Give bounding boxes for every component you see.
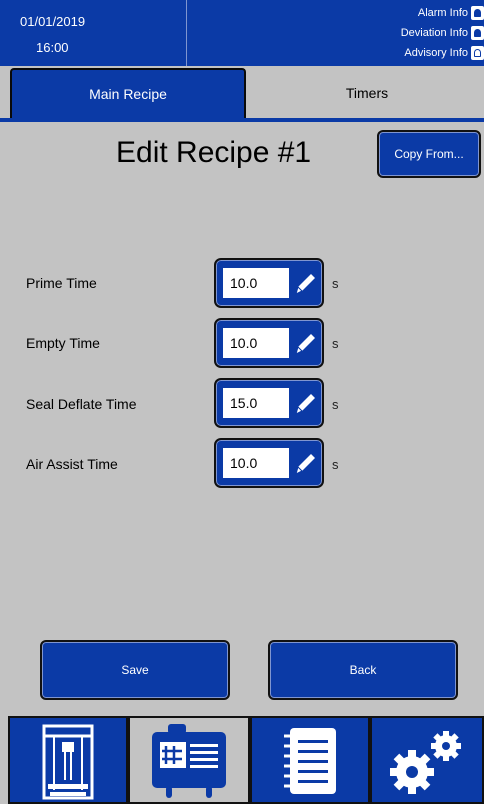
bell-icon	[471, 26, 484, 40]
bell-icon	[471, 6, 484, 20]
tab-main-recipe[interactable]: Main Recipe	[10, 68, 246, 118]
deviation-info[interactable]: Deviation Info	[401, 24, 484, 42]
pencil-icon	[295, 334, 315, 355]
nav-recipe[interactable]	[128, 716, 250, 804]
prime-time-unit: s	[332, 276, 339, 291]
alarm-info-label: Alarm Info	[417, 7, 468, 19]
datetime-panel: 01/01/2019 16:00	[0, 0, 187, 66]
back-button[interactable]: Back	[268, 640, 458, 700]
tab-timers[interactable]: Timers	[250, 68, 484, 118]
nav-machine[interactable]	[8, 716, 128, 804]
prime-time-value[interactable]: 10.0	[223, 268, 289, 298]
pencil-icon	[295, 394, 315, 415]
empty-time-label: Empty Time	[26, 335, 100, 351]
empty-time-value[interactable]: 10.0	[223, 328, 289, 358]
empty-time-field[interactable]: 10.0	[214, 318, 324, 368]
alarm-info[interactable]: Alarm Info	[418, 4, 484, 22]
save-button[interactable]: Save	[40, 640, 230, 700]
pencil-icon	[295, 454, 315, 475]
gears-icon	[390, 731, 461, 794]
recipe-card-icon	[152, 724, 226, 798]
advisory-info-label: Advisory Info	[404, 47, 468, 59]
nav-notebook[interactable]	[250, 716, 370, 804]
air-assist-time-label: Air Assist Time	[26, 456, 118, 472]
prime-time-field[interactable]: 10.0	[214, 258, 324, 308]
tab-underline	[0, 118, 484, 122]
empty-time-unit: s	[332, 336, 339, 351]
advisory-info[interactable]: Advisory Info	[404, 44, 484, 62]
seal-deflate-time-unit: s	[332, 397, 339, 412]
prime-time-label: Prime Time	[26, 275, 97, 291]
seal-deflate-time-label: Seal Deflate Time	[26, 396, 137, 412]
notebook-icon	[284, 728, 336, 794]
nav-settings[interactable]	[370, 716, 484, 804]
air-assist-time-unit: s	[332, 457, 339, 472]
machine-icon	[42, 724, 94, 800]
seal-deflate-time-value[interactable]: 15.0	[223, 388, 289, 418]
page-title: Edit Recipe #1	[116, 136, 312, 169]
air-assist-time-field[interactable]: 10.0	[214, 438, 324, 488]
pencil-icon	[295, 274, 315, 295]
header-bar: 01/01/2019 16:00 Alarm Info Deviation In…	[0, 0, 484, 66]
copy-from-button[interactable]: Copy From...	[377, 130, 481, 178]
seal-deflate-time-field[interactable]: 15.0	[214, 378, 324, 428]
date-display: 01/01/2019	[20, 14, 86, 29]
time-display: 16:00	[36, 40, 69, 55]
bell-icon	[471, 46, 484, 60]
air-assist-time-value[interactable]: 10.0	[223, 448, 289, 478]
deviation-info-label: Deviation Info	[400, 27, 468, 39]
